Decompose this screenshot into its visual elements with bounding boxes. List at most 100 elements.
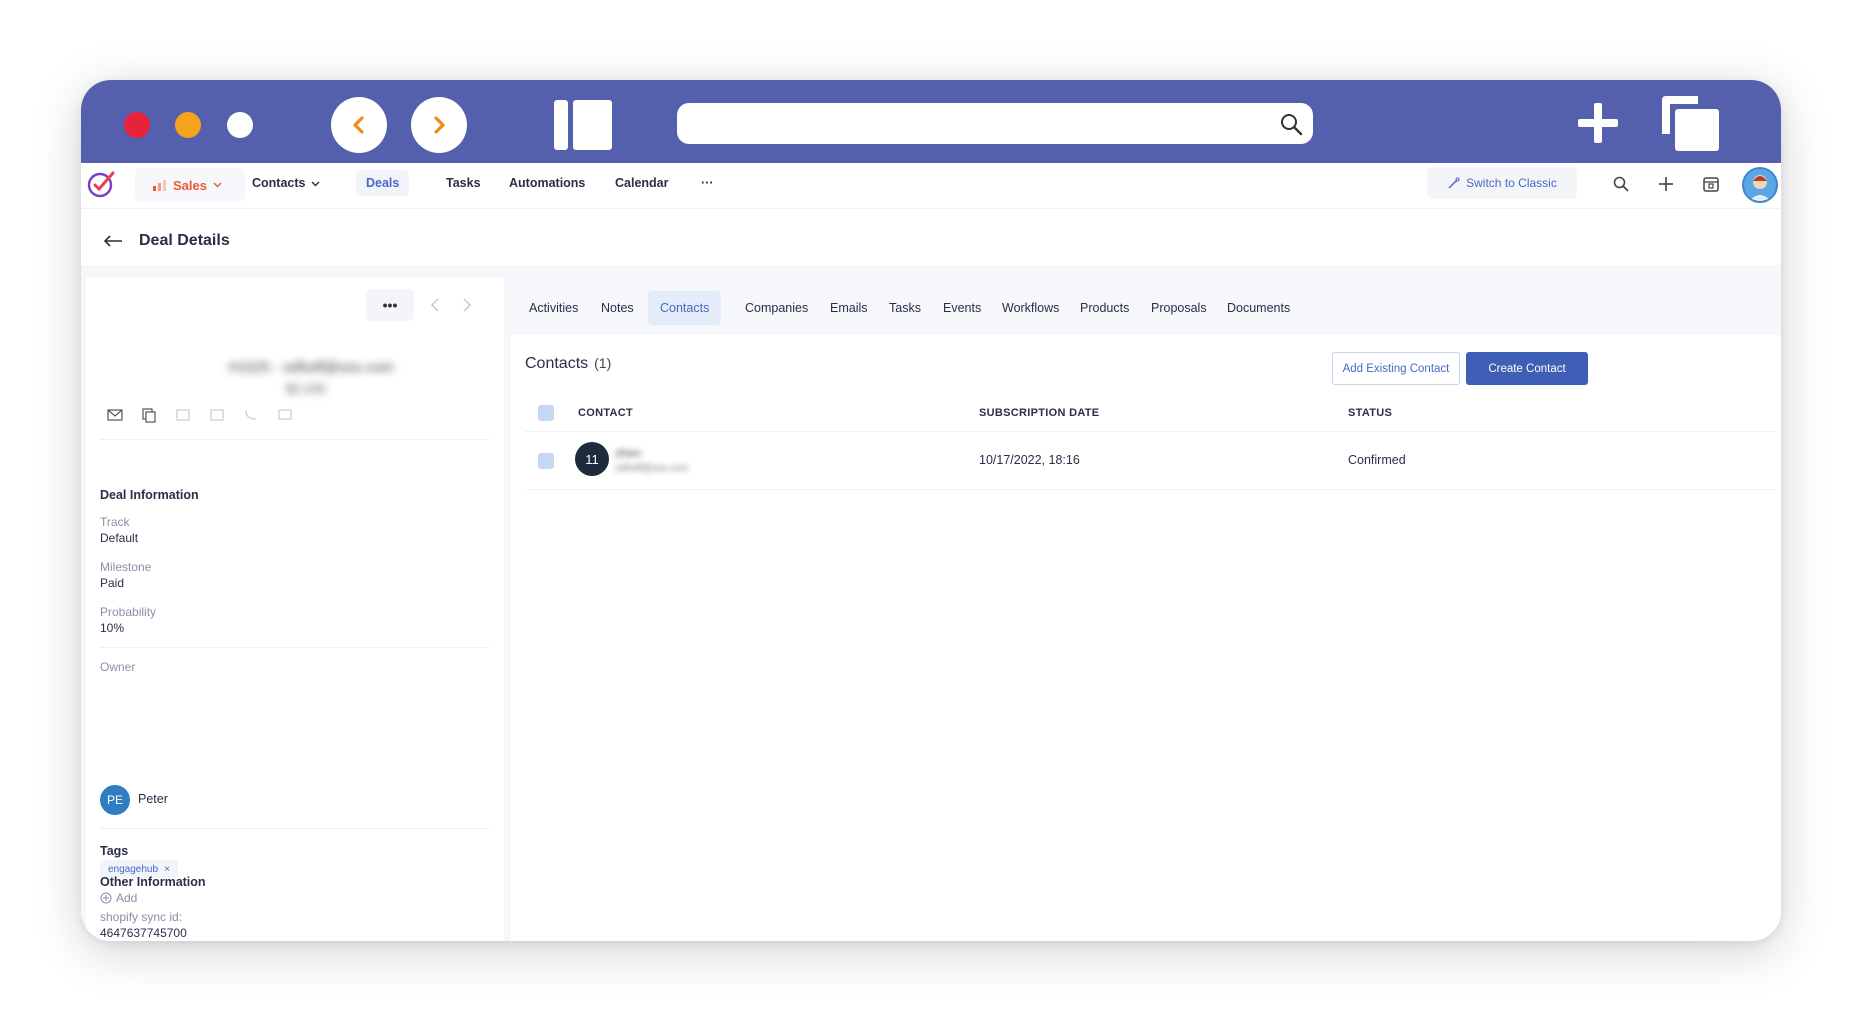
sidebar-toggle-icon[interactable] xyxy=(554,100,612,150)
browser-window: Sales Contacts Deals Tasks Automations C… xyxy=(81,80,1781,941)
owner-label: Owner xyxy=(100,660,136,674)
nav-contacts-label: Contacts xyxy=(252,176,306,190)
column-header-subscription-date[interactable]: SUBSCRIPTION DATE xyxy=(979,407,1099,419)
contacts-heading: Contacts (1) xyxy=(525,355,611,373)
chevron-down-icon xyxy=(311,181,320,187)
deal-name: #1025 - sdfsdf@sss.com xyxy=(228,359,394,376)
tab-contacts[interactable]: Contacts xyxy=(648,291,722,325)
contact-avatar[interactable]: 11 xyxy=(575,442,609,476)
switch-to-classic-label: Switch to Classic xyxy=(1466,176,1557,190)
milestone-label: Milestone xyxy=(100,560,152,574)
task-icon[interactable] xyxy=(208,407,226,423)
tab-activities[interactable]: Activities xyxy=(517,291,590,325)
row-checkbox[interactable] xyxy=(538,453,554,469)
tab-events[interactable]: Events xyxy=(931,291,993,325)
tab-proposals[interactable]: Proposals xyxy=(1139,291,1219,325)
nav-automations[interactable]: Automations xyxy=(509,176,585,190)
app-logo-icon[interactable] xyxy=(87,169,117,199)
search-icon[interactable] xyxy=(1612,175,1630,193)
chevron-down-icon xyxy=(213,182,222,188)
deal-actions: ••• xyxy=(366,289,478,321)
deal-amount: $2,100 xyxy=(286,381,326,396)
copy-icon[interactable] xyxy=(140,407,158,423)
note-icon[interactable] xyxy=(174,407,192,423)
add-tag-button[interactable]: Add xyxy=(100,891,137,905)
arrow-left-icon[interactable] xyxy=(103,234,123,248)
contacts-count: (1) xyxy=(594,355,612,371)
deal-quick-actions xyxy=(106,407,294,423)
owner-avatar[interactable]: PE xyxy=(100,785,130,815)
column-header-contact[interactable]: CONTACT xyxy=(578,407,633,419)
nav-deals[interactable]: Deals xyxy=(356,170,410,196)
tab-emails[interactable]: Emails xyxy=(818,291,880,325)
maximize-window-dot[interactable] xyxy=(227,112,253,138)
tab-workflows[interactable]: Workflows xyxy=(990,291,1071,325)
switch-to-classic-button[interactable]: Switch to Classic xyxy=(1427,167,1577,199)
deal-tabs: Activities Notes Contacts Companies Emai… xyxy=(511,277,1781,335)
column-header-status[interactable]: STATUS xyxy=(1348,407,1392,419)
chevron-left-icon xyxy=(430,298,439,312)
user-avatar[interactable] xyxy=(1742,167,1778,203)
contact-email: sdfsdf@sss.com xyxy=(615,463,689,474)
shopify-sync-label: shopify sync id: xyxy=(100,910,183,924)
browser-back-button[interactable] xyxy=(331,97,387,153)
minimize-window-dot[interactable] xyxy=(175,112,201,138)
status-cell: Confirmed xyxy=(1348,453,1406,467)
more-actions-button[interactable]: ••• xyxy=(366,289,414,321)
browser-forward-button[interactable] xyxy=(411,97,467,153)
call-icon[interactable] xyxy=(242,407,260,423)
nav-contacts[interactable]: Contacts xyxy=(252,176,320,190)
message-icon[interactable] xyxy=(276,407,294,423)
tab-tasks[interactable]: Tasks xyxy=(877,291,933,325)
wand-icon xyxy=(1448,177,1460,189)
new-tab-plus-icon[interactable] xyxy=(1576,101,1620,145)
address-bar[interactable] xyxy=(677,103,1313,144)
probability-label: Probability xyxy=(100,605,157,619)
calendar-icon[interactable] xyxy=(1702,175,1720,193)
row-divider xyxy=(525,489,1775,490)
contacts-title: Contacts xyxy=(525,355,589,372)
bar-chart-icon xyxy=(153,180,166,191)
contact-name[interactable]: zhen xyxy=(615,446,641,460)
chevron-right-icon xyxy=(434,116,445,134)
close-window-dot[interactable] xyxy=(124,112,150,138)
chevron-right-icon xyxy=(463,298,472,312)
page-title: Deal Details xyxy=(139,232,230,249)
chevron-left-icon xyxy=(353,116,364,134)
tab-documents[interactable]: Documents xyxy=(1215,291,1302,325)
track-value: Default xyxy=(100,531,139,545)
page-header: Deal Details xyxy=(103,226,230,256)
deal-sidebar: ••• #1025 - sdfsdf@sss.com $2,100 Deal I… xyxy=(86,277,504,941)
email-icon[interactable] xyxy=(106,407,124,423)
tab-notes[interactable]: Notes xyxy=(589,291,646,325)
add-icon[interactable] xyxy=(1657,175,1675,193)
owner-name: Peter xyxy=(138,792,168,806)
module-label: Sales xyxy=(173,177,207,193)
nav-tasks[interactable]: Tasks xyxy=(446,176,481,190)
divider xyxy=(100,439,490,440)
add-tag-label: Add xyxy=(116,891,138,905)
row-divider xyxy=(525,431,1775,432)
track-label: Track xyxy=(100,515,130,529)
nav-calendar[interactable]: Calendar xyxy=(615,176,669,190)
add-existing-contact-button[interactable]: Add Existing Contact xyxy=(1332,352,1460,385)
create-contact-button[interactable]: Create Contact xyxy=(1466,352,1588,385)
divider xyxy=(100,828,490,829)
nav-more[interactable]: ··· xyxy=(701,176,714,190)
tabs-overview-icon[interactable] xyxy=(1662,96,1719,151)
module-switcher[interactable]: Sales xyxy=(135,168,245,202)
search-icon xyxy=(1281,114,1303,136)
subscription-date-cell: 10/17/2022, 18:16 xyxy=(979,453,1080,467)
deal-info-title: Deal Information xyxy=(100,488,199,502)
tag-remove-icon[interactable]: × xyxy=(164,864,170,875)
previous-deal-button[interactable] xyxy=(424,294,446,316)
tag-chip[interactable]: engagehub × xyxy=(100,860,178,878)
tab-companies[interactable]: Companies xyxy=(733,291,820,325)
select-all-checkbox[interactable] xyxy=(538,405,554,421)
tags-title: Tags xyxy=(100,844,129,858)
browser-toolbar xyxy=(81,80,1781,163)
next-deal-button[interactable] xyxy=(456,294,478,316)
milestone-value: Paid xyxy=(100,576,125,590)
tab-products[interactable]: Products xyxy=(1068,291,1141,325)
probability-value: 10% xyxy=(100,621,125,635)
